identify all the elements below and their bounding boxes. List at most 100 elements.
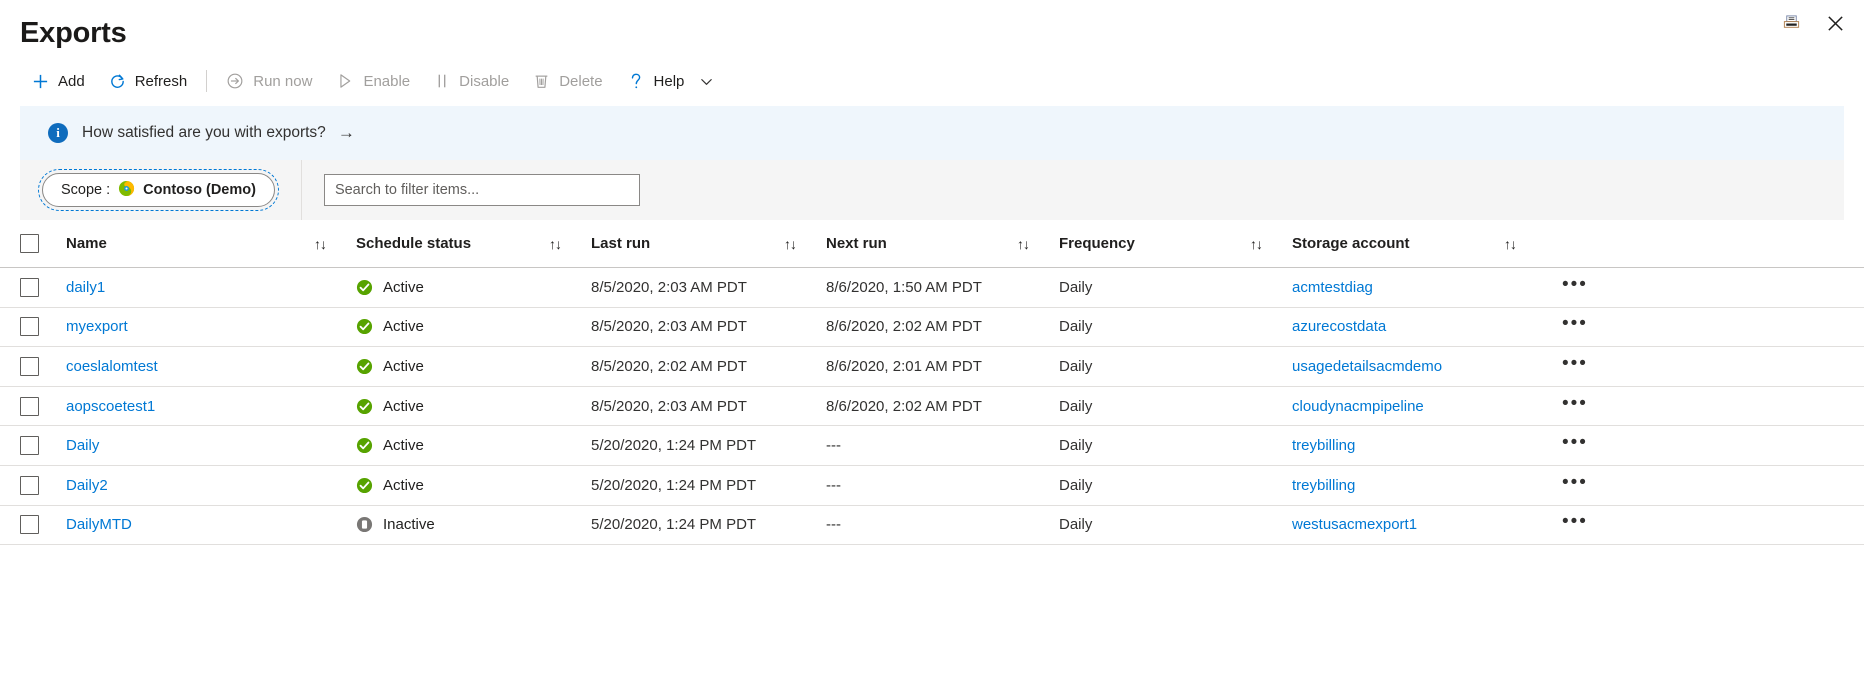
cell-actions: ••• [1542, 394, 1864, 419]
delete-label: Delete [559, 73, 602, 89]
row-select-cell [20, 436, 66, 455]
sort-arrows-icon[interactable]: ↑↓ [1017, 236, 1029, 252]
row-checkbox[interactable] [20, 317, 39, 336]
cell-actions: ••• [1542, 473, 1864, 498]
ellipsis-icon[interactable]: ••• [1562, 314, 1588, 339]
cell-next-run: 8/6/2020, 1:50 AM PDT [826, 279, 1059, 296]
cell-actions: ••• [1542, 354, 1864, 379]
select-all-cell [20, 234, 66, 253]
search-cell [302, 174, 640, 206]
cell-next-run: --- [826, 477, 1059, 494]
cell-frequency: Daily [1059, 398, 1292, 415]
column-header-next-run[interactable]: Next run ↑↓ [826, 235, 1059, 252]
table-row[interactable]: aopscoetest1Active8/5/2020, 2:03 AM PDT8… [0, 387, 1864, 427]
storage-account-link[interactable]: acmtestdiag [1292, 279, 1373, 296]
row-checkbox[interactable] [20, 278, 39, 297]
sort-arrows-icon[interactable]: ↑↓ [549, 236, 561, 252]
refresh-label: Refresh [135, 73, 188, 89]
cell-storage-account: treybilling [1292, 477, 1542, 494]
help-button[interactable]: Help [615, 63, 727, 99]
table-row[interactable]: myexportActive8/5/2020, 2:03 AM PDT8/6/2… [0, 308, 1864, 348]
cell-next-run: 8/6/2020, 2:02 AM PDT [826, 318, 1059, 335]
satisfaction-banner[interactable]: i How satisfied are you with exports? → [20, 106, 1844, 160]
cell-frequency: Daily [1059, 437, 1292, 454]
cell-storage-account: treybilling [1292, 437, 1542, 454]
scope-picker[interactable]: Scope : Contoso (Demo) [42, 173, 275, 207]
cell-schedule-status: Inactive [356, 516, 591, 533]
ellipsis-icon[interactable]: ••• [1562, 354, 1588, 379]
row-checkbox[interactable] [20, 515, 39, 534]
status-label: Inactive [383, 516, 435, 533]
add-button[interactable]: Add [20, 63, 97, 99]
cell-storage-account: cloudynacmpipeline [1292, 398, 1542, 415]
satisfaction-banner-text: How satisfied are you with exports? [82, 124, 326, 142]
search-input[interactable] [324, 174, 640, 206]
table-row[interactable]: daily1 Active 8/5/2020, 2:03 AM PDT8/6/202… [0, 268, 1864, 308]
table-row[interactable]: Daily2Active5/20/2020, 1:24 PM PDT---Dai… [0, 466, 1864, 506]
refresh-button[interactable]: Refresh [97, 63, 200, 99]
sort-arrows-icon[interactable]: ↑↓ [314, 236, 326, 252]
column-header-last-run-label: Last run [591, 235, 650, 252]
exports-table: Name ↑↓ Schedule status ↑↓ Last run ↑↓ N… [0, 220, 1864, 545]
info-icon: i [48, 123, 68, 143]
export-name-link[interactable]: aopscoetest1 [66, 398, 155, 415]
scope-value: Contoso (Demo) [143, 182, 256, 198]
cell-last-run: 8/5/2020, 2:03 AM PDT [591, 279, 826, 296]
cell-frequency: Daily [1059, 477, 1292, 494]
ellipsis-icon[interactable]: ••• [1562, 433, 1588, 458]
storage-account-link[interactable]: usagedetailsacmdemo [1292, 358, 1442, 375]
row-checkbox[interactable] [20, 476, 39, 495]
chevron-down-icon[interactable] [699, 74, 714, 89]
management-group-icon [118, 180, 135, 201]
sort-arrows-icon[interactable]: ↑↓ [784, 236, 796, 252]
sort-arrows-icon[interactable]: ↑↓ [1504, 236, 1516, 252]
cell-storage-account: azurecostdata [1292, 318, 1542, 335]
export-name-link[interactable]: daily1 [66, 279, 105, 296]
table-row[interactable]: DailyActive5/20/2020, 1:24 PM PDT---Dail… [0, 426, 1864, 466]
column-header-schedule-status-label: Schedule status [356, 235, 471, 252]
cell-name: daily1 [66, 279, 356, 296]
status-label: Active [383, 279, 424, 296]
close-icon[interactable] [1822, 10, 1848, 36]
ellipsis-icon[interactable]: ••• [1562, 473, 1588, 498]
storage-account-link[interactable]: treybilling [1292, 477, 1355, 494]
storage-account-link[interactable]: cloudynacmpipeline [1292, 398, 1424, 415]
cell-schedule-status: Active [356, 398, 591, 415]
table-row[interactable]: DailyMTDInactive5/20/2020, 1:24 PM PDT--… [0, 506, 1864, 546]
cell-storage-account: westusacmexport1 [1292, 516, 1542, 533]
status-label: Active [383, 477, 424, 494]
ellipsis-icon[interactable]: ••• [1562, 512, 1588, 537]
cell-storage-account: usagedetailsacmdemo [1292, 358, 1542, 375]
delete-button: Delete [521, 63, 614, 99]
satisfaction-banner-link[interactable]: How satisfied are you with exports? → [82, 123, 355, 143]
run-now-label: Run now [253, 73, 312, 89]
storage-account-link[interactable]: treybilling [1292, 437, 1355, 454]
ellipsis-icon[interactable]: ••• [1562, 394, 1588, 419]
run-now-button: Run now [214, 63, 324, 99]
column-header-name[interactable]: Name ↑↓ [66, 235, 356, 252]
storage-account-link[interactable]: westusacmexport1 [1292, 516, 1417, 533]
table-body: daily1Active8/5/2020, 2:03 AM PDT8/6/202… [0, 268, 1864, 545]
cell-storage-account: acmtestdiag [1292, 279, 1542, 296]
export-name-link[interactable]: Daily2 [66, 477, 108, 494]
ellipsis-icon[interactable]: ••• [1562, 275, 1588, 300]
column-header-schedule-status[interactable]: Schedule status ↑↓ [356, 235, 591, 252]
export-name-link[interactable]: myexport [66, 318, 128, 335]
column-header-frequency[interactable]: Frequency ↑↓ [1059, 235, 1292, 252]
column-header-storage-account[interactable]: Storage account ↑↓ [1292, 235, 1542, 252]
row-checkbox[interactable] [20, 357, 39, 376]
select-all-checkbox[interactable] [20, 234, 39, 253]
scope-cell: Scope : Contoso (Demo) [20, 160, 302, 220]
column-header-last-run[interactable]: Last run ↑↓ [591, 235, 826, 252]
row-checkbox[interactable] [20, 397, 39, 416]
storage-account-link[interactable]: azurecostdata [1292, 318, 1386, 335]
sort-arrows-icon[interactable]: ↑↓ [1250, 236, 1262, 252]
column-header-storage-account-label: Storage account [1292, 235, 1410, 252]
export-name-link[interactable]: Daily [66, 437, 99, 454]
question-icon [627, 72, 645, 91]
export-name-link[interactable]: DailyMTD [66, 516, 132, 533]
row-checkbox[interactable] [20, 436, 39, 455]
printer-icon[interactable] [1778, 10, 1804, 36]
table-row[interactable]: coeslalomtestActive8/5/2020, 2:02 AM PDT… [0, 347, 1864, 387]
export-name-link[interactable]: coeslalomtest [66, 358, 158, 375]
